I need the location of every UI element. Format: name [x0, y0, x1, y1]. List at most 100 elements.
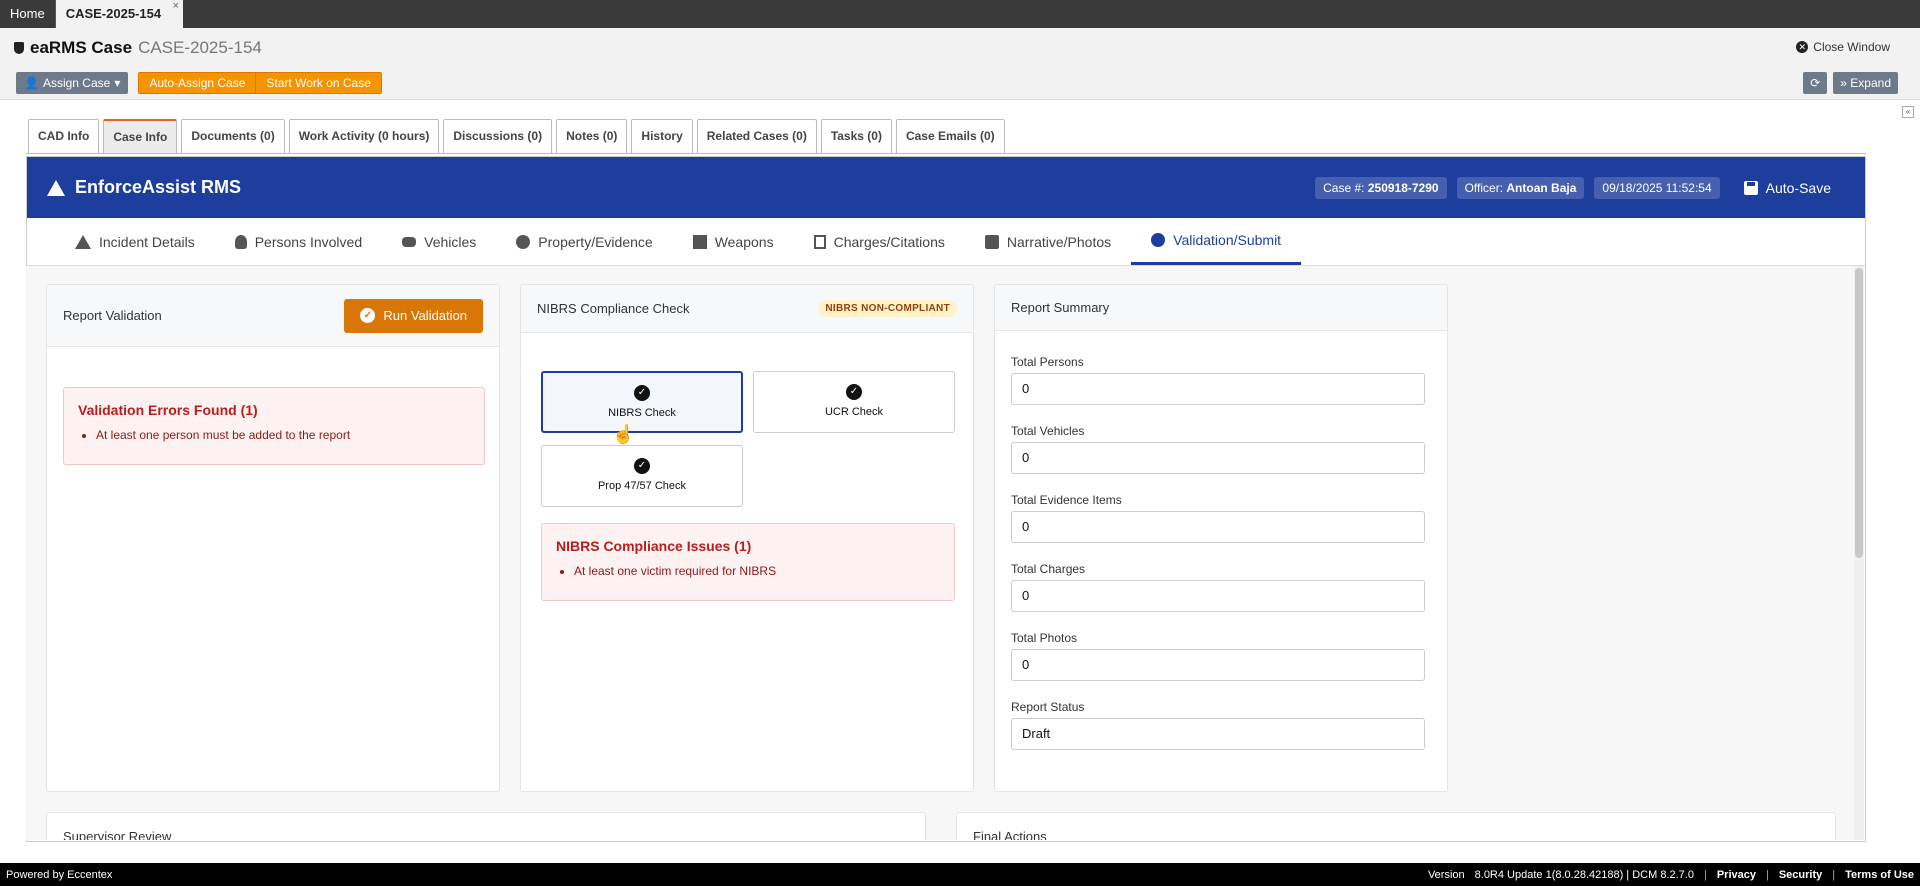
- vertical-scrollbar[interactable]: [1854, 266, 1864, 840]
- version-value: 8.0R4 Update 1(8.0.28.42188) | DCM 8.2.7…: [1474, 868, 1694, 881]
- total-evidence-label: Total Evidence Items: [1011, 493, 1122, 507]
- report-validation-title: Report Validation: [63, 308, 162, 323]
- case-window-tab[interactable]: CASE-2025-154 ×: [55, 0, 184, 28]
- expand-label: Expand: [1850, 76, 1891, 90]
- officer-label: Officer:: [1464, 180, 1504, 195]
- powered-by: Powered by Eccentex: [6, 868, 113, 881]
- total-photos-label: Total Photos: [1011, 631, 1078, 645]
- total-vehicles-field[interactable]: 0: [1011, 442, 1425, 474]
- home-tab[interactable]: Home: [0, 0, 56, 28]
- nibrs-header: NIBRS Compliance Check NIBRS NON-COMPLIA…: [521, 285, 973, 333]
- divider: |: [1832, 868, 1836, 881]
- car-icon: [402, 236, 417, 247]
- auto-assign-button[interactable]: Auto-Assign Case: [139, 73, 256, 93]
- nav-label: Narrative/Photos: [1006, 233, 1112, 250]
- tab-documents[interactable]: Documents (0): [181, 119, 285, 153]
- nav-label: Vehicles: [424, 233, 477, 250]
- check-circle-icon: [1151, 233, 1166, 247]
- run-validation-button[interactable]: ✓ Run Validation: [344, 298, 483, 333]
- nibrs-issues-box: NIBRS Compliance Issues (1) At least one…: [541, 523, 955, 601]
- tab-case-info[interactable]: Case Info: [103, 119, 178, 153]
- collapse-panel-icon[interactable]: «: [1902, 106, 1914, 118]
- tab-work-activity[interactable]: Work Activity (0 hours): [288, 119, 440, 153]
- report-validation-header: Report Validation ✓ Run Validation: [47, 285, 499, 347]
- nav-weapons[interactable]: Weapons: [673, 218, 794, 265]
- total-persons-label: Total Persons: [1011, 355, 1084, 369]
- app-name: eaRMS Case: [30, 38, 133, 57]
- page-title: eaRMS Case CASE-2025-154: [14, 38, 262, 58]
- terms-link[interactable]: Terms of Use: [1845, 869, 1914, 881]
- total-charges-field[interactable]: 0: [1011, 580, 1425, 612]
- nav-persons-involved[interactable]: Persons Involved: [215, 218, 382, 265]
- divider: |: [1765, 868, 1769, 881]
- security-link[interactable]: Security: [1779, 869, 1822, 881]
- prop-check-button[interactable]: ✓ Prop 47/57 Check: [541, 445, 743, 507]
- nibrs-issues-title: NIBRS Compliance Issues (1): [556, 538, 752, 554]
- officer-chip: Officer: Antoan Baja: [1456, 176, 1585, 199]
- weapon-icon: [692, 234, 707, 249]
- privacy-link[interactable]: Privacy: [1717, 869, 1756, 881]
- nibrs-check-button[interactable]: ✓ NIBRS Check: [541, 371, 743, 433]
- total-photos-field[interactable]: 0: [1011, 649, 1425, 681]
- nav-label: Charges/Citations: [833, 233, 945, 250]
- footer-bar: Powered by Eccentex Version 8.0R4 Update…: [0, 863, 1920, 886]
- report-summary-card: Report Summary Total Persons 0 Total Veh…: [994, 284, 1448, 792]
- check-circle-icon: ✓: [634, 458, 650, 474]
- case-number-chip: Case #: 250918-7290: [1315, 176, 1447, 199]
- validation-error-item: At least one person must be added to the…: [96, 428, 470, 442]
- nav-narrative-photos[interactable]: Narrative/Photos: [965, 218, 1131, 265]
- report-summary-header: Report Summary: [995, 285, 1447, 331]
- total-persons-field[interactable]: 0: [1011, 373, 1425, 405]
- pointer-cursor-icon: ☝: [612, 424, 635, 444]
- nav-label: Incident Details: [99, 233, 195, 250]
- nav-validation-submit[interactable]: Validation/Submit: [1131, 218, 1302, 265]
- start-work-button[interactable]: Start Work on Case: [255, 73, 381, 93]
- scrollbar-thumb[interactable]: [1855, 268, 1863, 558]
- case-number-label: Case #:: [1323, 180, 1365, 195]
- report-sections-nav: Incident Details Persons Involved Vehicl…: [27, 218, 1865, 266]
- caret-down-icon: ▾: [114, 76, 121, 90]
- prop-check-label: Prop 47/57 Check: [597, 480, 687, 492]
- tab-case-emails[interactable]: Case Emails (0): [895, 119, 1005, 153]
- run-validation-label: Run Validation: [383, 308, 467, 323]
- expand-button[interactable]: » Expand: [1833, 72, 1898, 94]
- validation-panel: Report Validation ✓ Run Validation Valid…: [26, 266, 1864, 840]
- validation-errors-title: Validation Errors Found (1): [78, 402, 258, 418]
- tab-discussions[interactable]: Discussions (0): [443, 119, 553, 153]
- nav-incident-details[interactable]: Incident Details: [55, 218, 215, 265]
- tab-history[interactable]: History: [631, 119, 693, 153]
- case-number-value: 250918-7290: [1367, 180, 1439, 195]
- warning-icon: [47, 179, 65, 196]
- auto-save-label: Auto-Save: [1765, 179, 1831, 196]
- case-content: CAD Info Case Info Documents (0) Work Ac…: [26, 118, 1866, 842]
- close-window-button[interactable]: ✕ Close Window: [1796, 40, 1890, 54]
- nav-label: Validation/Submit: [1173, 232, 1282, 248]
- refresh-icon: ⟳: [1810, 76, 1821, 90]
- refresh-button[interactable]: ⟳: [1803, 72, 1828, 94]
- nav-property-evidence[interactable]: Property/Evidence: [496, 218, 672, 265]
- ucr-check-button[interactable]: ✓ UCR Check: [753, 371, 955, 433]
- version-label: Version: [1427, 868, 1465, 881]
- nav-vehicles[interactable]: Vehicles: [382, 218, 496, 265]
- tab-related-cases[interactable]: Related Cases (0): [696, 119, 817, 153]
- auto-save-button[interactable]: Auto-Save: [1743, 179, 1831, 196]
- nav-label: Weapons: [714, 233, 774, 250]
- report-validation-card: Report Validation ✓ Run Validation Valid…: [46, 284, 500, 792]
- rms-brand-label: EnforceAssist RMS: [75, 177, 242, 197]
- person-icon: [234, 234, 247, 249]
- rms-brand: EnforceAssist RMS: [47, 177, 241, 198]
- tab-cad-info[interactable]: CAD Info: [28, 119, 100, 153]
- report-status-field[interactable]: Draft: [1011, 718, 1425, 750]
- assign-case-button[interactable]: 👤 Assign Case ▾: [16, 72, 129, 94]
- tab-tasks[interactable]: Tasks (0): [820, 119, 892, 153]
- case-id: CASE-2025-154: [138, 38, 262, 57]
- tab-notes[interactable]: Notes (0): [556, 119, 628, 153]
- nav-label: Persons Involved: [254, 233, 363, 250]
- total-evidence-field[interactable]: 0: [1011, 511, 1425, 543]
- final-actions-title: Final Actions: [973, 829, 1047, 840]
- notes-icon: [984, 234, 999, 249]
- check-circle-icon: ✓: [360, 308, 376, 323]
- nav-charges-citations[interactable]: Charges/Citations: [794, 218, 965, 265]
- final-actions-card: Final Actions: [956, 812, 1836, 840]
- close-tab-icon[interactable]: ×: [173, 0, 179, 20]
